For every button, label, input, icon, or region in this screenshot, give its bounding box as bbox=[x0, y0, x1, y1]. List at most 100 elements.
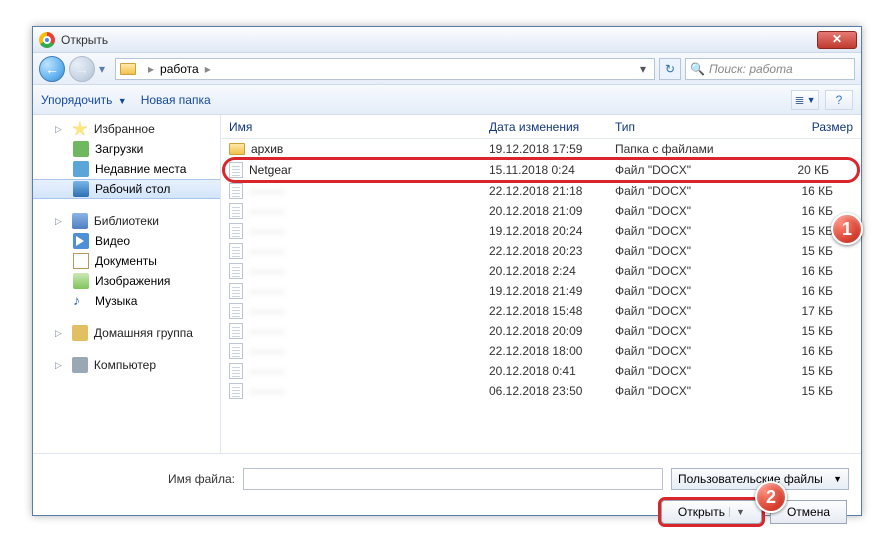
file-type: Файл "DOCX" bbox=[615, 163, 743, 177]
sidebar-item-documents[interactable]: Документы bbox=[33, 251, 220, 271]
file-row[interactable]: ———20.12.2018 2:24Файл "DOCX"16 КБ bbox=[221, 261, 861, 281]
search-placeholder: Поиск: работа bbox=[709, 62, 793, 76]
dialog-footer: Имя файла: Пользовательские файлы ▼ Откр… bbox=[33, 453, 861, 534]
breadcrumb-dropdown[interactable]: ▾ bbox=[636, 62, 650, 76]
file-row[interactable]: ———22.12.2018 20:23Файл "DOCX"15 КБ bbox=[221, 241, 861, 261]
file-size: 15 КБ bbox=[743, 244, 861, 258]
computer-icon bbox=[72, 357, 88, 373]
homegroup-icon bbox=[72, 325, 88, 341]
file-row[interactable]: архив19.12.2018 17:59Папка с файлами bbox=[221, 139, 861, 159]
toolbar: Упорядочить ▼ Новая папка ≣ ▼ ? bbox=[33, 85, 861, 115]
breadcrumb[interactable]: ▸ работа ▸ ▾ bbox=[115, 58, 655, 80]
column-date[interactable]: Дата изменения bbox=[489, 120, 615, 134]
file-icon bbox=[229, 243, 243, 259]
file-icon bbox=[229, 283, 243, 299]
file-date: 20.12.2018 2:24 bbox=[489, 264, 615, 278]
file-date: 19.12.2018 20:24 bbox=[489, 224, 615, 238]
file-icon bbox=[229, 183, 243, 199]
file-date: 22.12.2018 18:00 bbox=[489, 344, 615, 358]
file-name: архив bbox=[251, 142, 283, 156]
file-row[interactable]: Netgear 15.11.2018 0:24Файл "DOCX"20 КБ bbox=[225, 160, 857, 180]
file-size: 20 КБ bbox=[743, 163, 857, 177]
organize-menu[interactable]: Упорядочить ▼ bbox=[41, 93, 127, 107]
file-row[interactable]: ———20.12.2018 20:09Файл "DOCX"15 КБ bbox=[221, 321, 861, 341]
sidebar-item-downloads[interactable]: Загрузки bbox=[33, 139, 220, 159]
file-type: Файл "DOCX" bbox=[615, 204, 743, 218]
chrome-icon bbox=[39, 32, 55, 48]
search-icon: 🔍 bbox=[690, 62, 705, 76]
file-row[interactable]: ———19.12.2018 20:24Файл "DOCX"15 КБ bbox=[221, 221, 861, 241]
sidebar-group-computer[interactable]: ▷Компьютер bbox=[33, 355, 220, 375]
open-button-dropdown[interactable]: ▼ bbox=[729, 507, 745, 517]
filename-input[interactable] bbox=[243, 468, 663, 490]
file-icon bbox=[229, 383, 243, 399]
file-name: ——— bbox=[249, 304, 285, 318]
file-type: Файл "DOCX" bbox=[615, 324, 743, 338]
file-row[interactable]: ———19.12.2018 21:49Файл "DOCX"16 КБ bbox=[221, 281, 861, 301]
nav-forward-button[interactable]: → bbox=[69, 56, 95, 82]
recent-icon bbox=[73, 161, 89, 177]
breadcrumb-segment[interactable]: работа bbox=[160, 62, 199, 76]
refresh-button[interactable]: ↻ bbox=[659, 58, 681, 80]
sidebar-item-videos[interactable]: Видео bbox=[33, 231, 220, 251]
search-input[interactable]: 🔍 Поиск: работа bbox=[685, 58, 855, 80]
column-name[interactable]: Имя bbox=[229, 120, 489, 134]
file-row[interactable]: ———20.12.2018 0:41Файл "DOCX"15 КБ bbox=[221, 361, 861, 381]
sidebar-item-music[interactable]: ♪Музыка bbox=[33, 291, 220, 311]
file-name: Netgear bbox=[249, 163, 292, 177]
file-date: 06.12.2018 23:50 bbox=[489, 384, 615, 398]
file-icon bbox=[229, 343, 243, 359]
arrow-left-icon: ← bbox=[45, 61, 59, 77]
column-size[interactable]: Размер bbox=[743, 120, 861, 134]
sidebar-item-pictures[interactable]: Изображения bbox=[33, 271, 220, 291]
sidebar-item-desktop[interactable]: Рабочий стол bbox=[33, 179, 220, 199]
file-date: 15.11.2018 0:24 bbox=[489, 163, 615, 177]
filename-label: Имя файла: bbox=[45, 472, 235, 486]
new-folder-button[interactable]: Новая папка bbox=[141, 93, 211, 107]
file-date: 19.12.2018 21:49 bbox=[489, 284, 615, 298]
chevron-right-icon: ▸ bbox=[148, 62, 154, 76]
file-name: ——— bbox=[249, 264, 285, 278]
open-file-dialog: Открыть ✕ ← → ▾ ▸ работа ▸ ▾ ↻ 🔍 Поиск: … bbox=[32, 26, 862, 516]
close-button[interactable]: ✕ bbox=[817, 31, 857, 49]
file-icon bbox=[229, 323, 243, 339]
file-list: Имя Дата изменения Тип Размер архив19.12… bbox=[221, 115, 861, 453]
column-type[interactable]: Тип bbox=[615, 120, 743, 134]
nav-back-button[interactable]: ← bbox=[39, 56, 65, 82]
annotation-callout-1: 1 bbox=[831, 213, 863, 245]
sidebar-group-libraries[interactable]: ▷Библиотеки bbox=[33, 211, 220, 231]
file-type: Папка с файлами bbox=[615, 142, 743, 156]
file-name: ——— bbox=[249, 364, 285, 378]
window-title: Открыть bbox=[61, 33, 817, 47]
file-row[interactable]: ———22.12.2018 18:00Файл "DOCX"16 КБ bbox=[221, 341, 861, 361]
library-icon bbox=[72, 213, 88, 229]
sidebar-item-recent[interactable]: Недавние места bbox=[33, 159, 220, 179]
file-date: 20.12.2018 20:09 bbox=[489, 324, 615, 338]
file-row[interactable]: ———22.12.2018 15:48Файл "DOCX"17 КБ bbox=[221, 301, 861, 321]
file-size: 15 КБ bbox=[743, 384, 861, 398]
file-size: 16 КБ bbox=[743, 264, 861, 278]
help-button[interactable]: ? bbox=[825, 90, 853, 110]
navigation-bar: ← → ▾ ▸ работа ▸ ▾ ↻ 🔍 Поиск: работа bbox=[33, 53, 861, 85]
file-size: 16 КБ bbox=[743, 284, 861, 298]
sidebar-group-favorites[interactable]: ▷Избранное bbox=[33, 119, 220, 139]
titlebar: Открыть ✕ bbox=[33, 27, 861, 53]
open-button[interactable]: Открыть ▼ bbox=[661, 500, 762, 524]
nav-history-dropdown[interactable]: ▾ bbox=[99, 62, 111, 76]
file-size: 17 КБ bbox=[743, 304, 861, 318]
sidebar-group-homegroup[interactable]: ▷Домашняя группа bbox=[33, 323, 220, 343]
file-icon bbox=[229, 363, 243, 379]
file-date: 22.12.2018 20:23 bbox=[489, 244, 615, 258]
file-size: 15 КБ bbox=[743, 324, 861, 338]
music-icon: ♪ bbox=[73, 293, 89, 309]
file-icon bbox=[229, 203, 243, 219]
view-options-button[interactable]: ≣ ▼ bbox=[791, 90, 819, 110]
file-row[interactable]: ———20.12.2018 21:09Файл "DOCX"16 КБ bbox=[221, 201, 861, 221]
file-name: ——— bbox=[249, 224, 285, 238]
file-date: 22.12.2018 15:48 bbox=[489, 304, 615, 318]
file-row[interactable]: ———22.12.2018 21:18Файл "DOCX"16 КБ bbox=[221, 181, 861, 201]
file-date: 20.12.2018 0:41 bbox=[489, 364, 615, 378]
desktop-icon bbox=[73, 181, 89, 197]
file-row[interactable]: ———06.12.2018 23:50Файл "DOCX"15 КБ bbox=[221, 381, 861, 401]
file-name: ——— bbox=[249, 244, 285, 258]
